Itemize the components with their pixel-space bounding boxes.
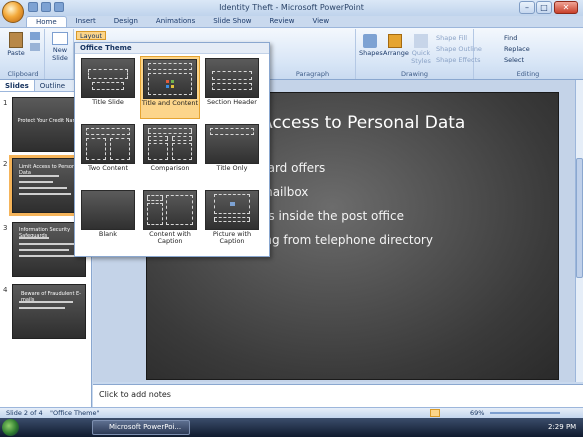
arrange-icon [388,34,402,48]
tab-slides[interactable]: Slides [0,80,35,91]
clipboard-icon [9,32,23,48]
vertical-scrollbar[interactable] [575,80,583,382]
layout-two-content[interactable]: Two Content [78,122,138,185]
layout-button[interactable]: Layout [76,31,107,40]
slide-counter: Slide 2 of 4 [6,409,43,417]
layout-picture-with-caption[interactable]: Picture with Caption [202,188,262,251]
paste-button[interactable]: Paste [5,31,27,65]
layout-blank[interactable]: Blank [78,188,138,251]
slide-thumbnail-4[interactable]: Beware of Fraudulent E-mails [12,284,86,339]
cut-icon[interactable] [30,32,40,40]
shapes-button[interactable]: Shapes [359,33,383,67]
quick-styles-button[interactable]: Quick Styles [409,33,433,71]
thumbnail-number: 3 [3,224,8,232]
zoom-level: 69% [470,409,485,417]
slide-bullet[interactable]: es inside the post office [261,209,404,223]
theme-name: "Office Theme" [50,409,100,417]
select-button[interactable]: Select [504,55,530,66]
layout-grid: Title Slide Title and Content Section He… [76,56,268,254]
minimize-button[interactable]: – [519,1,535,14]
shape-effects-button[interactable]: Shape Effects [436,55,482,66]
tab-slide-show[interactable]: Slide Show [204,16,260,27]
tab-insert[interactable]: Insert [67,16,105,27]
office-button[interactable] [2,1,24,23]
tab-view[interactable]: View [303,16,338,27]
slide-bullet[interactable]: card offers [261,161,325,175]
clock: 2:29 PM [548,423,577,431]
layout-title-slide[interactable]: Title Slide [78,56,138,119]
copy-icon[interactable] [30,43,40,51]
thumbnail-number: 2 [3,160,8,168]
find-button[interactable]: Find [504,33,530,44]
gallery-header: Office Theme [75,43,269,54]
tab-outline[interactable]: Outline [35,80,70,91]
layout-content-with-caption[interactable]: Content with Caption [140,188,200,251]
layout-title-and-content[interactable]: Title and Content [140,56,200,119]
shapes-icon [363,34,377,48]
tab-animations[interactable]: Animations [147,16,204,27]
scroll-thumb[interactable] [576,158,583,278]
slide-bullet[interactable]: ing from telephone directory [261,233,433,247]
normal-view-icon[interactable] [430,409,440,417]
drawing-group: Shapes Arrange Quick Styles Shape Fill S… [356,29,482,79]
thumbnail-number: 4 [3,286,8,294]
replace-button[interactable]: Replace [504,44,530,55]
notes-pane[interactable]: Click to add notes [93,384,583,407]
clipboard-group: Paste Clipboard [2,29,45,79]
taskbar [0,418,583,437]
tab-home[interactable]: Home [26,16,67,27]
shape-fill-button[interactable]: Shape Fill [436,33,482,44]
thumbnail-number: 1 [3,99,8,107]
layout-comparison[interactable]: Comparison [140,122,200,185]
new-slide-button[interactable]: New Slide [48,31,72,67]
tab-review[interactable]: Review [260,16,303,27]
start-button[interactable] [2,419,19,436]
zoom-slider[interactable] [490,412,560,414]
new-slide-icon [52,32,68,45]
slide-title[interactable]: Access to Personal Data [261,113,465,133]
status-bar: Slide 2 of 4 "Office Theme" 69% [0,407,583,418]
layout-title-only[interactable]: Title Only [202,122,262,185]
ribbon-tabs: Home Insert Design Animations Slide Show… [26,16,338,27]
paragraph-group: Paragraph [270,29,356,79]
layout-section-header[interactable]: Section Header [202,56,262,119]
close-button[interactable]: ✕ [554,1,578,14]
maximize-button[interactable]: □ [536,1,552,14]
taskbar-powerpoint[interactable]: Microsoft PowerPoi... [92,420,190,435]
slides-group: New Slide [46,29,74,79]
arrange-button[interactable]: Arrange [383,33,409,67]
quick-styles-icon [414,34,428,48]
editing-group: Find Replace Select Editing [504,33,540,78]
window-title: Identity Theft - Microsoft PowerPoint [219,3,364,12]
notes-placeholder[interactable]: Click to add notes [99,390,171,399]
shape-outline-button[interactable]: Shape Outline [436,44,482,55]
tab-design[interactable]: Design [105,16,147,27]
